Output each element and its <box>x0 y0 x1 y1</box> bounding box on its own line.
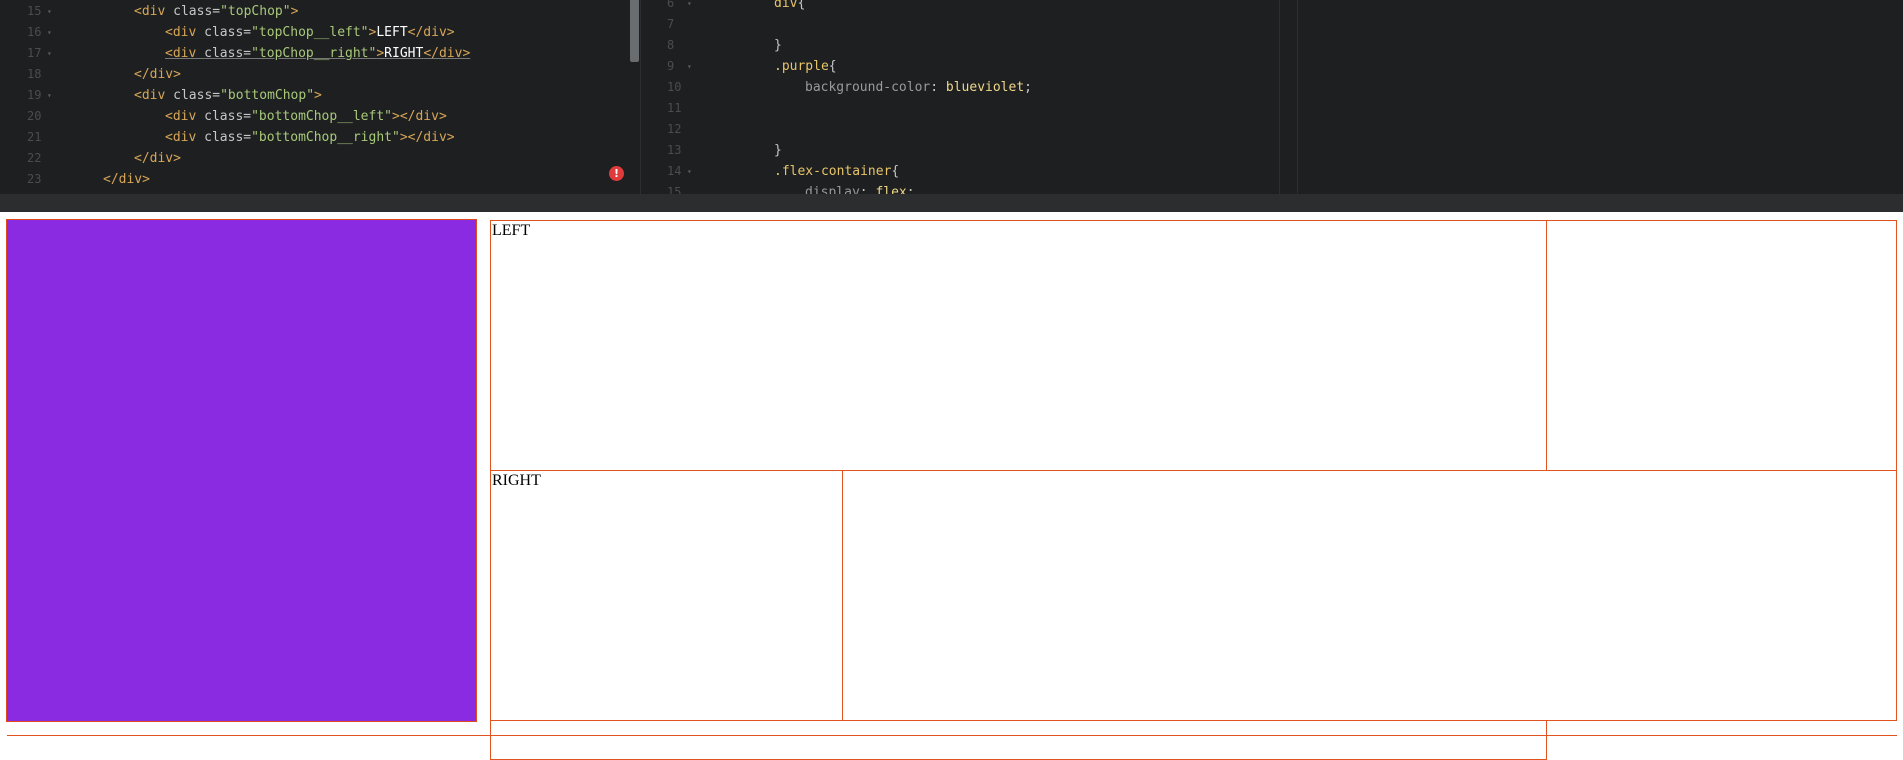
fold-arrow-icon[interactable]: ▾ <box>47 22 52 43</box>
code-text: } <box>774 143 782 158</box>
line-number: 15 <box>667 185 682 194</box>
fold-arrow-icon[interactable]: ▾ <box>687 0 692 14</box>
fold-arrow-icon[interactable]: ▾ <box>687 161 692 182</box>
fold-arrow-icon[interactable]: ▾ <box>47 1 52 22</box>
code-text: <div class="bottomChop__left"></div> <box>165 109 447 124</box>
bottom-chop-left-text: RIGHT <box>492 472 541 489</box>
line-number: 10 <box>667 80 682 94</box>
code-line[interactable]: 10 background-color: blueviolet; <box>657 77 1279 98</box>
code-line[interactable]: 20 <div class="bottomChop__left"></div> <box>17 106 640 127</box>
fold-arrow-icon[interactable]: ▾ <box>687 56 692 77</box>
code-text: </div> <box>134 151 181 166</box>
code-text: div{ <box>774 0 806 11</box>
code-line[interactable]: 19 ▾ <div class="bottomChop"> <box>17 85 640 106</box>
fold-arrow-icon[interactable]: ▾ <box>47 43 52 64</box>
line-number: 22 <box>27 151 42 165</box>
fold-arrow-icon[interactable]: ▾ <box>47 85 52 106</box>
error-glyph: ! <box>613 167 620 180</box>
line-number: 11 <box>667 101 682 115</box>
code-editor: 15 ▾ <div class="topChop"> 16 ▾ <div class="t… <box>0 0 1903 212</box>
bottom-chop-left: RIGHT <box>490 470 843 721</box>
code-text: <div class="bottomChop"> <box>134 88 322 103</box>
top-chop-right <box>1546 220 1897 471</box>
top-chop-left: LEFT <box>490 220 1547 471</box>
top-chop-left-text: LEFT <box>492 222 531 239</box>
code-text: .flex-container{ <box>774 164 900 179</box>
code-text: <div class="topChop__left">LEFT</div> <box>165 25 455 40</box>
error-icon[interactable]: ! <box>609 166 624 181</box>
code-text: } <box>774 38 782 53</box>
code-text: display: flex; <box>805 185 915 194</box>
code-text: <div class="topChop"> <box>134 4 299 19</box>
css-editor-pane[interactable]: 6 ▾ div{7 8} 9 ▾ .purple{10 background-color: b… <box>657 0 1280 194</box>
line-number: 18 <box>27 67 42 81</box>
code-line[interactable]: 6 ▾ div{ <box>657 0 1279 14</box>
code-text: <div class="bottomChop__right"></div> <box>165 130 455 145</box>
line-number: 21 <box>27 130 42 144</box>
code-line[interactable]: 12 <box>657 119 1279 140</box>
code-line[interactable]: 9 ▾ .purple{ <box>657 56 1279 77</box>
code-line[interactable]: 8} <box>657 35 1279 56</box>
code-line[interactable]: 15 display: flex; <box>657 182 1279 194</box>
line-number: 8 <box>667 38 675 52</box>
code-text: background-color: blueviolet; <box>805 80 1032 95</box>
code-text: <div class="topChop__right">RIGHT</div> <box>165 46 471 61</box>
purple-box <box>6 219 477 722</box>
code-line[interactable]: 7 <box>657 14 1279 35</box>
html-editor-pane[interactable]: 15 ▾ <div class="topChop"> 16 ▾ <div class="t… <box>17 0 641 194</box>
js-editor-pane[interactable] <box>1297 0 1903 194</box>
code-line[interactable]: 22 </div> <box>17 148 640 169</box>
code-text: </div> <box>103 172 150 187</box>
line-number: 23 <box>27 172 42 186</box>
result-preview: LEFT RIGHT <box>0 212 1903 760</box>
code-text: .purple{ <box>774 59 837 74</box>
code-line[interactable]: 16 ▾ <div class="topChop__left">LEFT</div> <box>17 22 640 43</box>
code-line[interactable]: 13} <box>657 140 1279 161</box>
html-pane-scrollbar[interactable] <box>630 0 639 62</box>
bottom-chop-right <box>842 470 1897 721</box>
next-top-chop-left <box>490 720 1547 760</box>
line-number: 12 <box>667 122 682 136</box>
line-number: 13 <box>667 143 682 157</box>
code-line[interactable]: 23 </div> <box>17 169 640 190</box>
line-number: 7 <box>667 17 675 31</box>
code-line[interactable]: 18 </div> <box>17 64 640 85</box>
code-line[interactable]: 11 <box>657 98 1279 119</box>
code-line[interactable]: 21 <div class="bottomChop__right"></div> <box>17 127 640 148</box>
editor-resize-bar[interactable] <box>0 194 1903 212</box>
code-line[interactable]: 15 ▾ <div class="topChop"> <box>17 1 640 22</box>
line-number: 20 <box>27 109 42 123</box>
code-line[interactable]: 14 ▾ .flex-container{ <box>657 161 1279 182</box>
code-text: </div> <box>134 67 181 82</box>
code-line[interactable]: 17 ▾ <div class="topChop__right">RIGHT</di… <box>17 43 640 64</box>
